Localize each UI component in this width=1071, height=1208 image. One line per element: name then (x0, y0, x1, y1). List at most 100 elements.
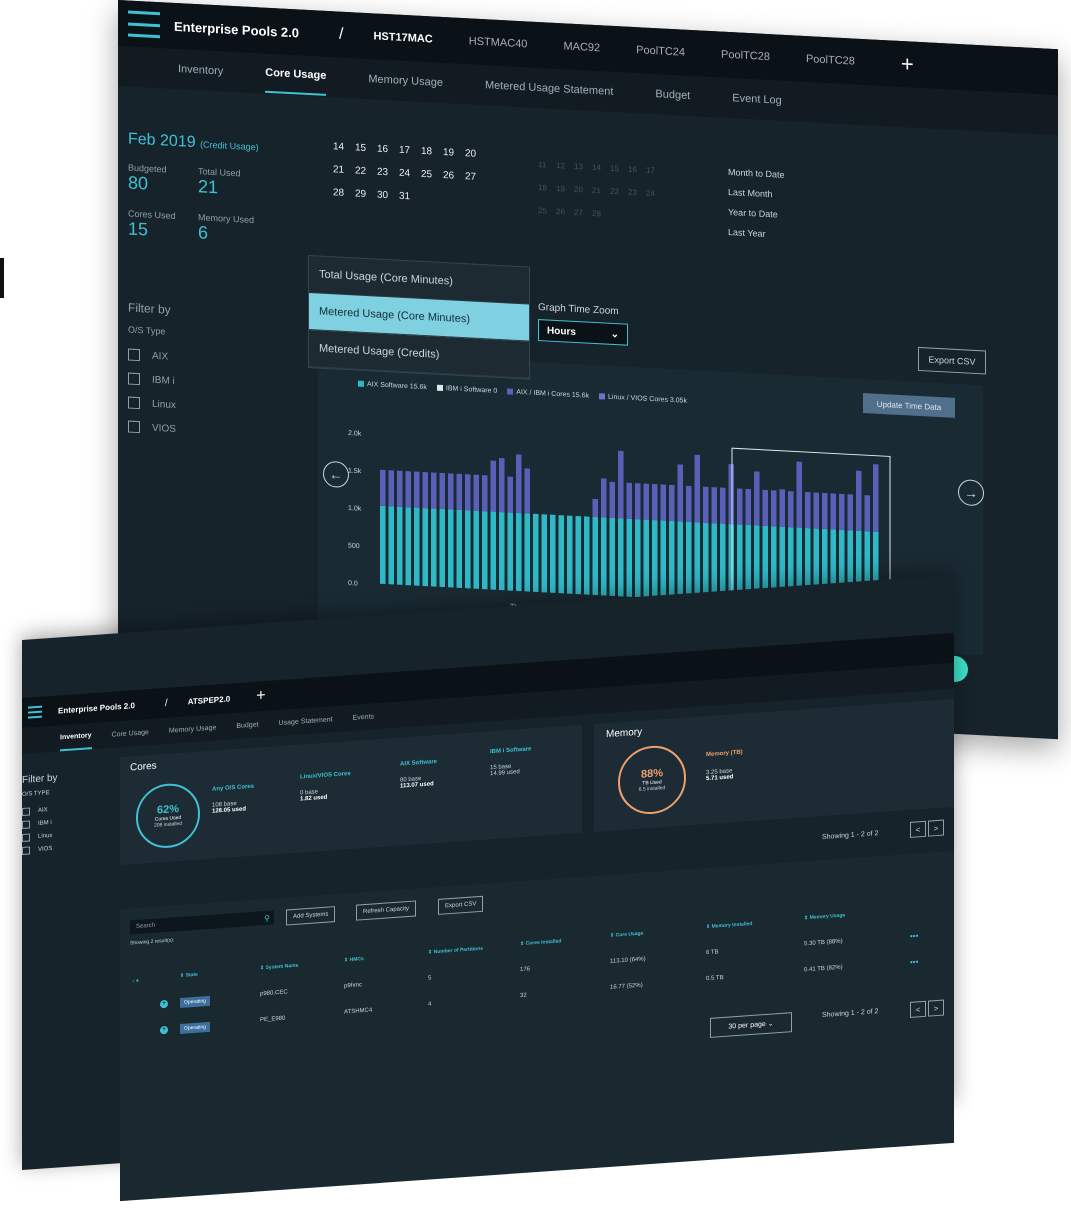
calendar-day[interactable]: 15 (610, 164, 628, 174)
bar-segment[interactable] (779, 489, 786, 527)
calendar-day[interactable]: 15 (355, 142, 377, 154)
bar-segment[interactable] (643, 483, 650, 520)
bar-segment[interactable] (703, 522, 709, 601)
date-calendar-next[interactable]: 11 12 13 14 15 16 17 18 19 20 21 22 23 24 25 26 27 28 (538, 160, 664, 236)
bar-segment[interactable] (720, 487, 726, 524)
filter-ibmi[interactable]: IBM i (22, 815, 112, 829)
checkbox[interactable] (22, 807, 30, 816)
row-overflow-icon[interactable]: ••• (910, 957, 918, 967)
tab-events[interactable]: Events (353, 705, 374, 729)
pool-tab[interactable]: ATSPEP2.0 (188, 694, 231, 706)
bar-segment[interactable] (864, 495, 871, 532)
bar-segment[interactable] (431, 472, 437, 509)
bar-segment[interactable] (439, 472, 446, 510)
calendar-day[interactable]: 17 (646, 166, 664, 176)
calendar-day[interactable]: 23 (628, 188, 646, 198)
checkbox[interactable] (22, 833, 30, 842)
bar-segment[interactable] (592, 498, 599, 518)
bar-segment[interactable] (635, 519, 641, 598)
next-page-icon[interactable]: > (928, 999, 944, 1017)
pool-tab[interactable]: PoolTC28 (806, 53, 855, 68)
bar-segment[interactable] (694, 454, 701, 523)
col-system-name[interactable]: ⇕ System Name (260, 963, 298, 972)
hamburger-menu-icon[interactable] (128, 10, 160, 39)
calendar-day[interactable]: 23 (377, 167, 399, 179)
bar-segment[interactable] (405, 471, 412, 508)
bar-segment[interactable] (847, 494, 854, 531)
calendar-day[interactable]: 28 (333, 187, 355, 199)
range-last-month[interactable]: Last Month (728, 187, 785, 200)
checkbox[interactable] (128, 396, 140, 410)
bar-segment[interactable] (822, 492, 828, 530)
bar-segment[interactable] (584, 516, 590, 595)
bar-segment[interactable] (762, 489, 769, 527)
refresh-capacity-button[interactable]: Refresh Capacity (356, 900, 417, 921)
calendar-day[interactable]: 20 (465, 148, 487, 160)
add-pool-icon[interactable]: + (256, 687, 265, 706)
row-overflow-icon[interactable]: ••• (910, 931, 918, 941)
bar-segment[interactable] (609, 481, 616, 519)
legend-item[interactable]: AIX / IBM i Cores 15.6k (507, 388, 589, 400)
bar-segment[interactable] (660, 484, 667, 521)
calendar-day[interactable]: 17 (399, 145, 421, 157)
filter-aix[interactable]: AIX (128, 348, 176, 364)
bar-segment[interactable] (771, 490, 777, 527)
bar-segment[interactable] (652, 519, 658, 599)
calendar-day[interactable]: 29 (355, 188, 377, 200)
zoom-select[interactable]: Hours ⌄ (538, 319, 628, 346)
calendar-day[interactable]: 24 (646, 189, 664, 199)
col-state[interactable]: ⇕ State (180, 972, 198, 979)
calendar-day[interactable]: 26 (443, 170, 465, 182)
filter-linux[interactable]: Linux (22, 828, 112, 842)
pool-tab[interactable]: PoolTC24 (636, 44, 685, 59)
bar-segment[interactable] (567, 515, 573, 594)
calendar-day[interactable]: 19 (443, 147, 465, 159)
bar-segment[interactable] (533, 513, 539, 593)
col-hmcs[interactable]: ⇕ HMCs (344, 956, 364, 963)
add-pool-icon[interactable]: + (901, 51, 914, 78)
bar-segment[interactable] (601, 478, 607, 518)
pool-tab[interactable]: PoolTC28 (721, 49, 770, 64)
col-memory-installed[interactable]: ⇕ Memory Installed (706, 921, 752, 930)
bar-segment[interactable] (380, 469, 386, 507)
bar-segment[interactable] (618, 450, 624, 519)
col-core-usage[interactable]: ⇕ Core Usage (610, 931, 643, 939)
search-input[interactable]: Search (130, 911, 260, 935)
filter-linux[interactable]: Linux (128, 396, 176, 412)
col-partitions[interactable]: ⇕ Number of Partitions (428, 946, 483, 956)
calendar-day[interactable]: 22 (355, 165, 377, 177)
col-cores-installed[interactable]: ⇕ Cores Installed (520, 938, 561, 947)
calendar-day[interactable]: 19 (556, 184, 574, 194)
bar-segment[interactable] (541, 514, 548, 593)
bar-segment[interactable] (456, 509, 463, 589)
calendar-day[interactable]: 21 (333, 164, 355, 176)
bar-segment[interactable] (422, 471, 429, 509)
range-month-to-date[interactable]: Month to Date (728, 167, 785, 180)
calendar-day[interactable]: 16 (628, 165, 646, 175)
bar-segment[interactable] (431, 508, 437, 587)
tab-memory-usage[interactable]: Memory Usage (368, 61, 443, 101)
bar-segment[interactable] (711, 523, 718, 602)
calendar-day[interactable]: 14 (592, 163, 610, 173)
bar-segment[interactable] (448, 473, 454, 510)
calendar-day[interactable]: 28 (592, 209, 610, 219)
bar-segment[interactable] (516, 512, 522, 592)
bar-segment[interactable] (856, 470, 862, 531)
tab-core-usage[interactable]: Core Usage (112, 721, 149, 747)
bar-segment[interactable] (439, 508, 446, 588)
bar-segment[interactable] (422, 507, 429, 587)
bar-segment[interactable] (465, 510, 471, 589)
tab-inventory[interactable]: Inventory (178, 51, 223, 89)
filter-ibmi[interactable]: IBM i (128, 372, 176, 388)
calendar-day[interactable]: 27 (574, 208, 592, 218)
filter-vios[interactable]: VIOS (128, 420, 176, 436)
bar-segment[interactable] (609, 517, 616, 597)
bar-segment[interactable] (635, 483, 641, 520)
bar-segment[interactable] (703, 486, 709, 523)
bar-segment[interactable] (524, 513, 531, 592)
bar-segment[interactable] (652, 483, 658, 521)
range-last-year[interactable]: Last Year (728, 227, 785, 240)
bar-segment[interactable] (499, 511, 505, 591)
calendar-day[interactable]: 26 (556, 207, 574, 217)
expand-row-icon[interactable]: + (160, 1025, 168, 1035)
